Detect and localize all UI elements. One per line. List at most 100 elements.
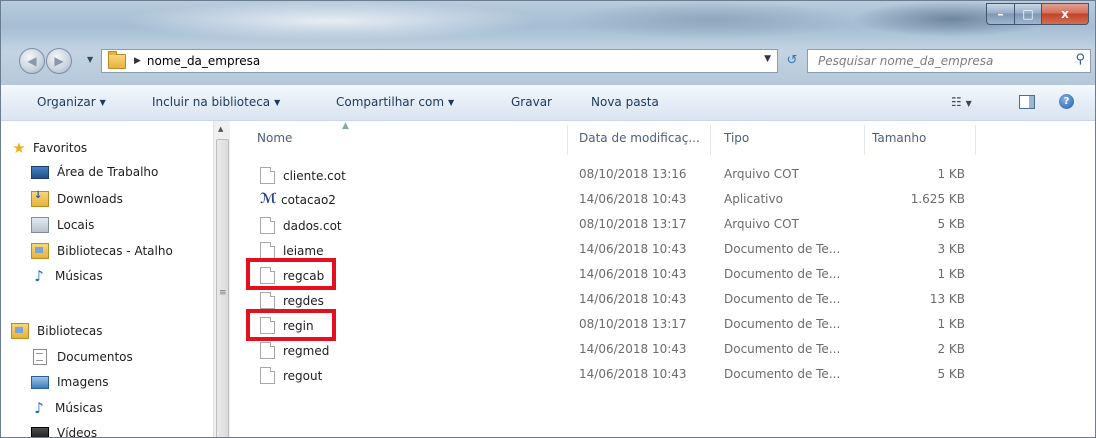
file-modified: 14/06/2018 10:43 [579, 292, 687, 306]
highlight-box-regcab [246, 258, 336, 290]
table-row[interactable]: dados.cot 08/10/2018 13:17 Arquivo COT 5… [230, 213, 1095, 235]
burn-button[interactable]: Gravar [511, 95, 552, 109]
chevron-right-icon[interactable]: ▶ [134, 56, 141, 66]
column-header-size[interactable]: Tamanho [872, 131, 926, 145]
share-label: Compartilhar com [336, 95, 444, 109]
nav-favorites[interactable]: ★ Favoritos [11, 139, 87, 157]
column-divider[interactable] [864, 125, 865, 155]
music-icon: ♪ [31, 269, 47, 283]
file-modified: 14/06/2018 10:43 [579, 267, 687, 281]
nav-libraries-label: Bibliotecas [37, 324, 102, 338]
table-row[interactable]: regout 14/06/2018 10:43 Documento de Te.… [230, 363, 1095, 385]
table-row[interactable]: regmed 14/06/2018 10:43 Documento de Te.… [230, 338, 1095, 360]
scroll-up-icon[interactable]: ▲ [218, 125, 223, 133]
file-list: ▲ Nome Data de modificaç... Tipo Tamanho… [230, 121, 1095, 438]
include-library-button[interactable]: Incluir na biblioteca▼ [152, 95, 280, 109]
close-button[interactable]: x [1042, 3, 1089, 25]
videos-icon [31, 427, 49, 438]
address-history-dropdown[interactable]: ▼ [764, 54, 771, 64]
file-size: 3 KB [885, 242, 965, 256]
back-button[interactable]: ◀ [19, 48, 45, 74]
nav-favorites-label: Favoritos [33, 141, 87, 155]
nav-item-music-library[interactable]: ♪ Músicas [31, 401, 103, 415]
file-size: 2 KB [885, 342, 965, 356]
file-modified: 08/10/2018 13:17 [579, 317, 687, 331]
include-library-label: Incluir na biblioteca [152, 95, 270, 109]
table-row[interactable]: regdes 14/06/2018 10:43 Documento de Te.… [230, 288, 1095, 310]
chevron-down-icon: ▼ [448, 98, 454, 107]
search-box[interactable]: ⚲ [807, 49, 1091, 73]
help-button[interactable]: ? [1059, 94, 1074, 109]
text-file-icon [260, 242, 275, 259]
view-list-icon: ☷ [951, 95, 962, 109]
table-row[interactable]: regcab 14/06/2018 10:43 Documento de Te.… [230, 263, 1095, 285]
star-icon: ★ [11, 139, 27, 157]
nav-item-music[interactable]: ♪ Músicas [31, 269, 103, 283]
highlight-box-regin [246, 309, 336, 341]
file-modified: 14/06/2018 10:43 [579, 192, 687, 206]
table-row[interactable]: regin 08/10/2018 13:17 Documento de Te..… [230, 313, 1095, 335]
maximize-button[interactable]: □ [1015, 3, 1042, 25]
file-icon [260, 167, 275, 184]
file-modified: 14/06/2018 10:43 [579, 242, 687, 256]
file-type: Documento de Te... [724, 267, 840, 281]
minimize-button[interactable]: – [986, 3, 1015, 25]
nav-item-label: Músicas [55, 401, 103, 415]
table-row[interactable]: cliente.cot 08/10/2018 13:16 Arquivo COT… [230, 163, 1095, 185]
pictures-icon [31, 376, 49, 389]
table-row[interactable]: ℳcotacao2 14/06/2018 10:43 Aplicativo 1.… [230, 188, 1095, 210]
text-file-icon [260, 367, 275, 384]
file-type: Aplicativo [724, 192, 783, 206]
nav-libraries[interactable]: Bibliotecas [11, 323, 102, 339]
address-bar[interactable]: ▶ nome_da_empresa ▼ [101, 49, 778, 73]
file-type: Documento de Te... [724, 342, 840, 356]
text-file-icon [260, 292, 275, 309]
column-divider[interactable] [975, 125, 976, 155]
arrow-right-icon: ▶ [54, 54, 63, 68]
navigation-bar: ◀ ▶ ▼ ▶ nome_da_empresa ▼ ↺ ⚲ [1, 45, 1095, 75]
file-modified: 14/06/2018 10:43 [579, 342, 687, 356]
table-row[interactable]: leiame 14/06/2018 10:43 Documento de Te.… [230, 238, 1095, 260]
recent-pages-dropdown[interactable]: ▼ [87, 55, 93, 64]
organize-label: Organizar [37, 95, 96, 109]
column-divider[interactable] [710, 125, 711, 155]
breadcrumb-current-folder[interactable]: nome_da_empresa [147, 54, 260, 68]
nav-item-desktop[interactable]: Área de Trabalho [31, 165, 158, 179]
chevron-down-icon: ▼ [100, 98, 106, 107]
file-name: leiame [283, 244, 323, 258]
preview-pane-button[interactable] [1019, 95, 1035, 109]
nav-item-documents[interactable]: Documentos [31, 349, 133, 365]
change-view-button[interactable]: ☷ ▼ [951, 95, 972, 109]
nav-item-label: Vídeos [57, 426, 97, 438]
nav-item-pictures[interactable]: Imagens [31, 375, 108, 389]
file-size: 1 KB [885, 317, 965, 331]
documents-icon [33, 349, 47, 365]
file-type: Documento de Te... [724, 317, 840, 331]
file-name: regdes [283, 294, 324, 308]
new-folder-button[interactable]: Nova pasta [591, 95, 659, 109]
file-name: cotacao2 [281, 193, 336, 207]
nav-item-library-shortcut[interactable]: Bibliotecas - Atalho [31, 243, 173, 259]
column-header-name[interactable]: Nome [257, 131, 292, 145]
file-type: Arquivo COT [724, 167, 799, 181]
file-size: 1 KB [885, 167, 965, 181]
share-button[interactable]: Compartilhar com ▼ [336, 95, 454, 109]
column-divider[interactable] [567, 125, 568, 155]
nav-item-label: Downloads [57, 192, 123, 206]
downloads-icon [31, 191, 49, 207]
column-header-modified[interactable]: Data de modificaç... [579, 131, 700, 145]
search-icon[interactable]: ⚲ [1075, 52, 1085, 67]
nav-item-videos[interactable]: Vídeos [31, 426, 97, 438]
forward-button[interactable]: ▶ [46, 48, 72, 74]
refresh-button[interactable]: ↺ [781, 51, 803, 69]
search-input[interactable] [816, 53, 1070, 69]
nav-item-downloads[interactable]: Downloads [31, 191, 123, 207]
organize-button[interactable]: Organizar ▼ [37, 95, 106, 109]
navigation-pane-scrollbar[interactable]: ▲ ≡ [213, 121, 230, 438]
file-name: regout [283, 369, 322, 383]
nav-item-recent-places[interactable]: Locais [31, 217, 94, 233]
column-header-type[interactable]: Tipo [724, 131, 749, 145]
nav-item-label: Músicas [55, 269, 103, 283]
file-size: 5 KB [885, 217, 965, 231]
file-name: cliente.cot [283, 169, 346, 183]
